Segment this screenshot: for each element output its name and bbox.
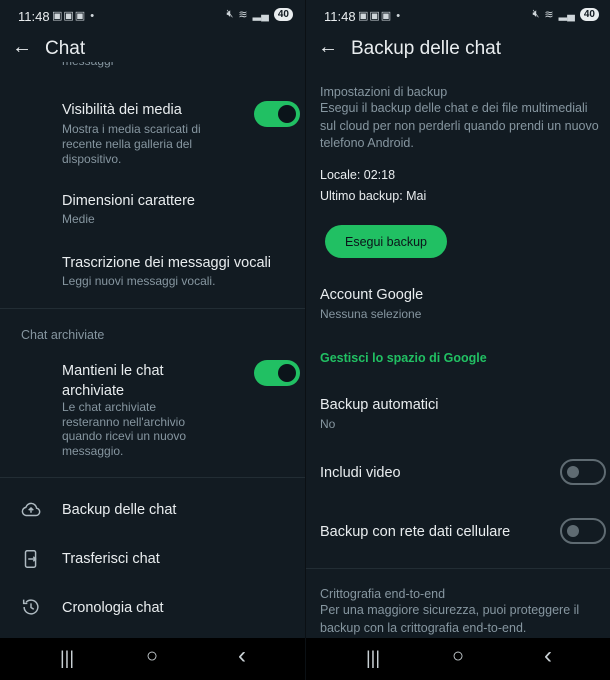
keep-archived-row[interactable]: Mantieni le chat archiviate Le chat arch… — [0, 355, 305, 465]
signal-icon: ▂▄ — [252, 9, 269, 21]
font-size-row[interactable]: Dimensioni carattere Medie — [0, 186, 305, 232]
keep-archived-title: Mantieni le chat archiviate — [62, 363, 164, 399]
nav-back-button[interactable]: ‹ — [544, 642, 552, 670]
home-button[interactable]: ○ — [146, 645, 158, 668]
system-nav-bar: ||| ○ ‹ — [0, 638, 305, 680]
status-right-icons: 🔇︎ ≋ ▂▄ 40 — [532, 8, 599, 21]
include-video-toggle[interactable] — [560, 459, 606, 485]
notification-icons: ▣▣▣ • — [358, 10, 402, 22]
cellular-backup-toggle[interactable] — [560, 518, 606, 544]
google-account-row[interactable]: Account Google Nessuna selezione — [306, 280, 610, 326]
signal-icon: ▂▄ — [558, 9, 575, 21]
menu-item-label: Trasferisci chat — [62, 551, 160, 567]
backup-settings-description: Esegui il backup delle chat e dei file m… — [320, 101, 599, 150]
divider — [0, 308, 305, 309]
cellular-backup-title: Backup con rete dati cellulare — [320, 524, 511, 540]
wifi-icon: ≋ — [544, 9, 554, 21]
cellular-backup-row[interactable]: Backup con rete dati cellulare — [306, 514, 610, 550]
menu-item-transfer[interactable]: Trasferisci chat — [0, 539, 305, 579]
status-time: 11:48 — [18, 9, 50, 24]
manage-google-storage-link[interactable]: Gestisci lo spazio di Google — [320, 351, 487, 365]
cloud-upload-icon — [21, 502, 41, 517]
archived-section-header: Chat archiviate — [21, 328, 105, 342]
status-time: 11:48 — [324, 9, 356, 24]
status-bar: 11:48 ▣▣▣ • 🔇︎ ≋ ▂▄ 40 — [0, 0, 305, 30]
voice-transcription-row[interactable]: Trascrizione dei messaggi vocali Leggi n… — [0, 248, 305, 294]
system-nav-bar: ||| ○ ‹ — [306, 638, 610, 680]
back-arrow-icon[interactable]: ← — [318, 36, 338, 59]
status-right-icons: 🔇︎ ≋ ▂▄ 40 — [226, 8, 293, 21]
menu-item-history[interactable]: Cronologia chat — [0, 588, 305, 628]
e2e-description: Per una maggiore sicurezza, puoi protegg… — [320, 603, 580, 635]
recents-button[interactable]: ||| — [60, 648, 74, 669]
font-size-value: Medie — [62, 212, 95, 226]
auto-backup-value: No — [320, 417, 336, 431]
battery-icon: 40 — [273, 8, 293, 21]
auto-backup-title: Backup automatici — [320, 397, 439, 413]
mute-icon: 🔇︎ — [226, 8, 234, 20]
divider — [0, 477, 305, 478]
back-arrow-icon[interactable]: ← — [12, 36, 32, 59]
media-visibility-toggle[interactable] — [254, 101, 300, 127]
status-bar: 11:48 ▣▣▣ • 🔇︎ ≋ ▂▄ 40 — [306, 0, 610, 30]
app-bar: ← Backup delle chat — [306, 30, 610, 68]
media-visibility-title: Visibilità dei media — [62, 102, 182, 118]
voice-transcription-title: Trascrizione dei messaggi vocali — [62, 255, 271, 271]
font-size-title: Dimensioni carattere — [62, 193, 195, 209]
battery-icon: 40 — [579, 8, 599, 21]
wifi-icon: ≋ — [238, 9, 248, 21]
keep-archived-toggle[interactable] — [254, 360, 300, 386]
keep-archived-subtitle: Le chat archiviate resteranno nell'archi… — [62, 400, 187, 458]
app-bar: ← Chat — [0, 30, 305, 68]
last-backup-time: Ultimo backup: Mai — [320, 189, 427, 203]
auto-backup-row[interactable]: Backup automatici No — [306, 390, 610, 436]
page-title: Backup delle chat — [351, 38, 501, 59]
media-visibility-subtitle: Mostra i media scaricati di recente nell… — [62, 122, 201, 166]
mute-icon: 🔇︎ — [532, 8, 540, 20]
recents-button[interactable]: ||| — [366, 648, 380, 669]
google-account-value: Nessuna selezione — [320, 307, 422, 321]
menu-item-label: Cronologia chat — [62, 600, 164, 616]
backup-settings-header: Impostazioni di backup — [320, 85, 448, 99]
history-icon — [22, 599, 39, 615]
divider — [306, 568, 610, 569]
nav-back-button[interactable]: ‹ — [238, 642, 246, 670]
media-visibility-row[interactable]: Visibilità dei media Mostra i media scar… — [0, 92, 305, 168]
home-button[interactable]: ○ — [452, 645, 464, 668]
include-video-title: Includi video — [320, 465, 401, 481]
include-video-row[interactable]: Includi video — [306, 455, 610, 491]
phone-transfer-icon — [24, 550, 37, 568]
notification-icons: ▣▣▣ • — [52, 10, 96, 22]
voice-transcription-subtitle: Leggi nuovi messaggi vocali. — [62, 274, 216, 288]
chat-settings-screen: 11:48 ▣▣▣ • 🔇︎ ≋ ▂▄ 40 ← Chat messaggi V… — [0, 0, 305, 680]
clipped-subtitle: messaggi — [62, 62, 113, 72]
page-title: Chat — [45, 38, 86, 59]
backup-screen: 11:48 ▣▣▣ • 🔇︎ ≋ ▂▄ 40 ← Backup delle ch… — [305, 0, 610, 680]
google-account-title: Account Google — [320, 287, 424, 303]
local-backup-time: Locale: 02:18 — [320, 168, 396, 182]
menu-item-label: Backup delle chat — [62, 502, 177, 518]
run-backup-button[interactable]: Esegui backup — [325, 225, 447, 258]
e2e-section-header: Crittografia end-to-end — [320, 587, 446, 601]
menu-item-backup[interactable]: Backup delle chat — [0, 490, 305, 530]
